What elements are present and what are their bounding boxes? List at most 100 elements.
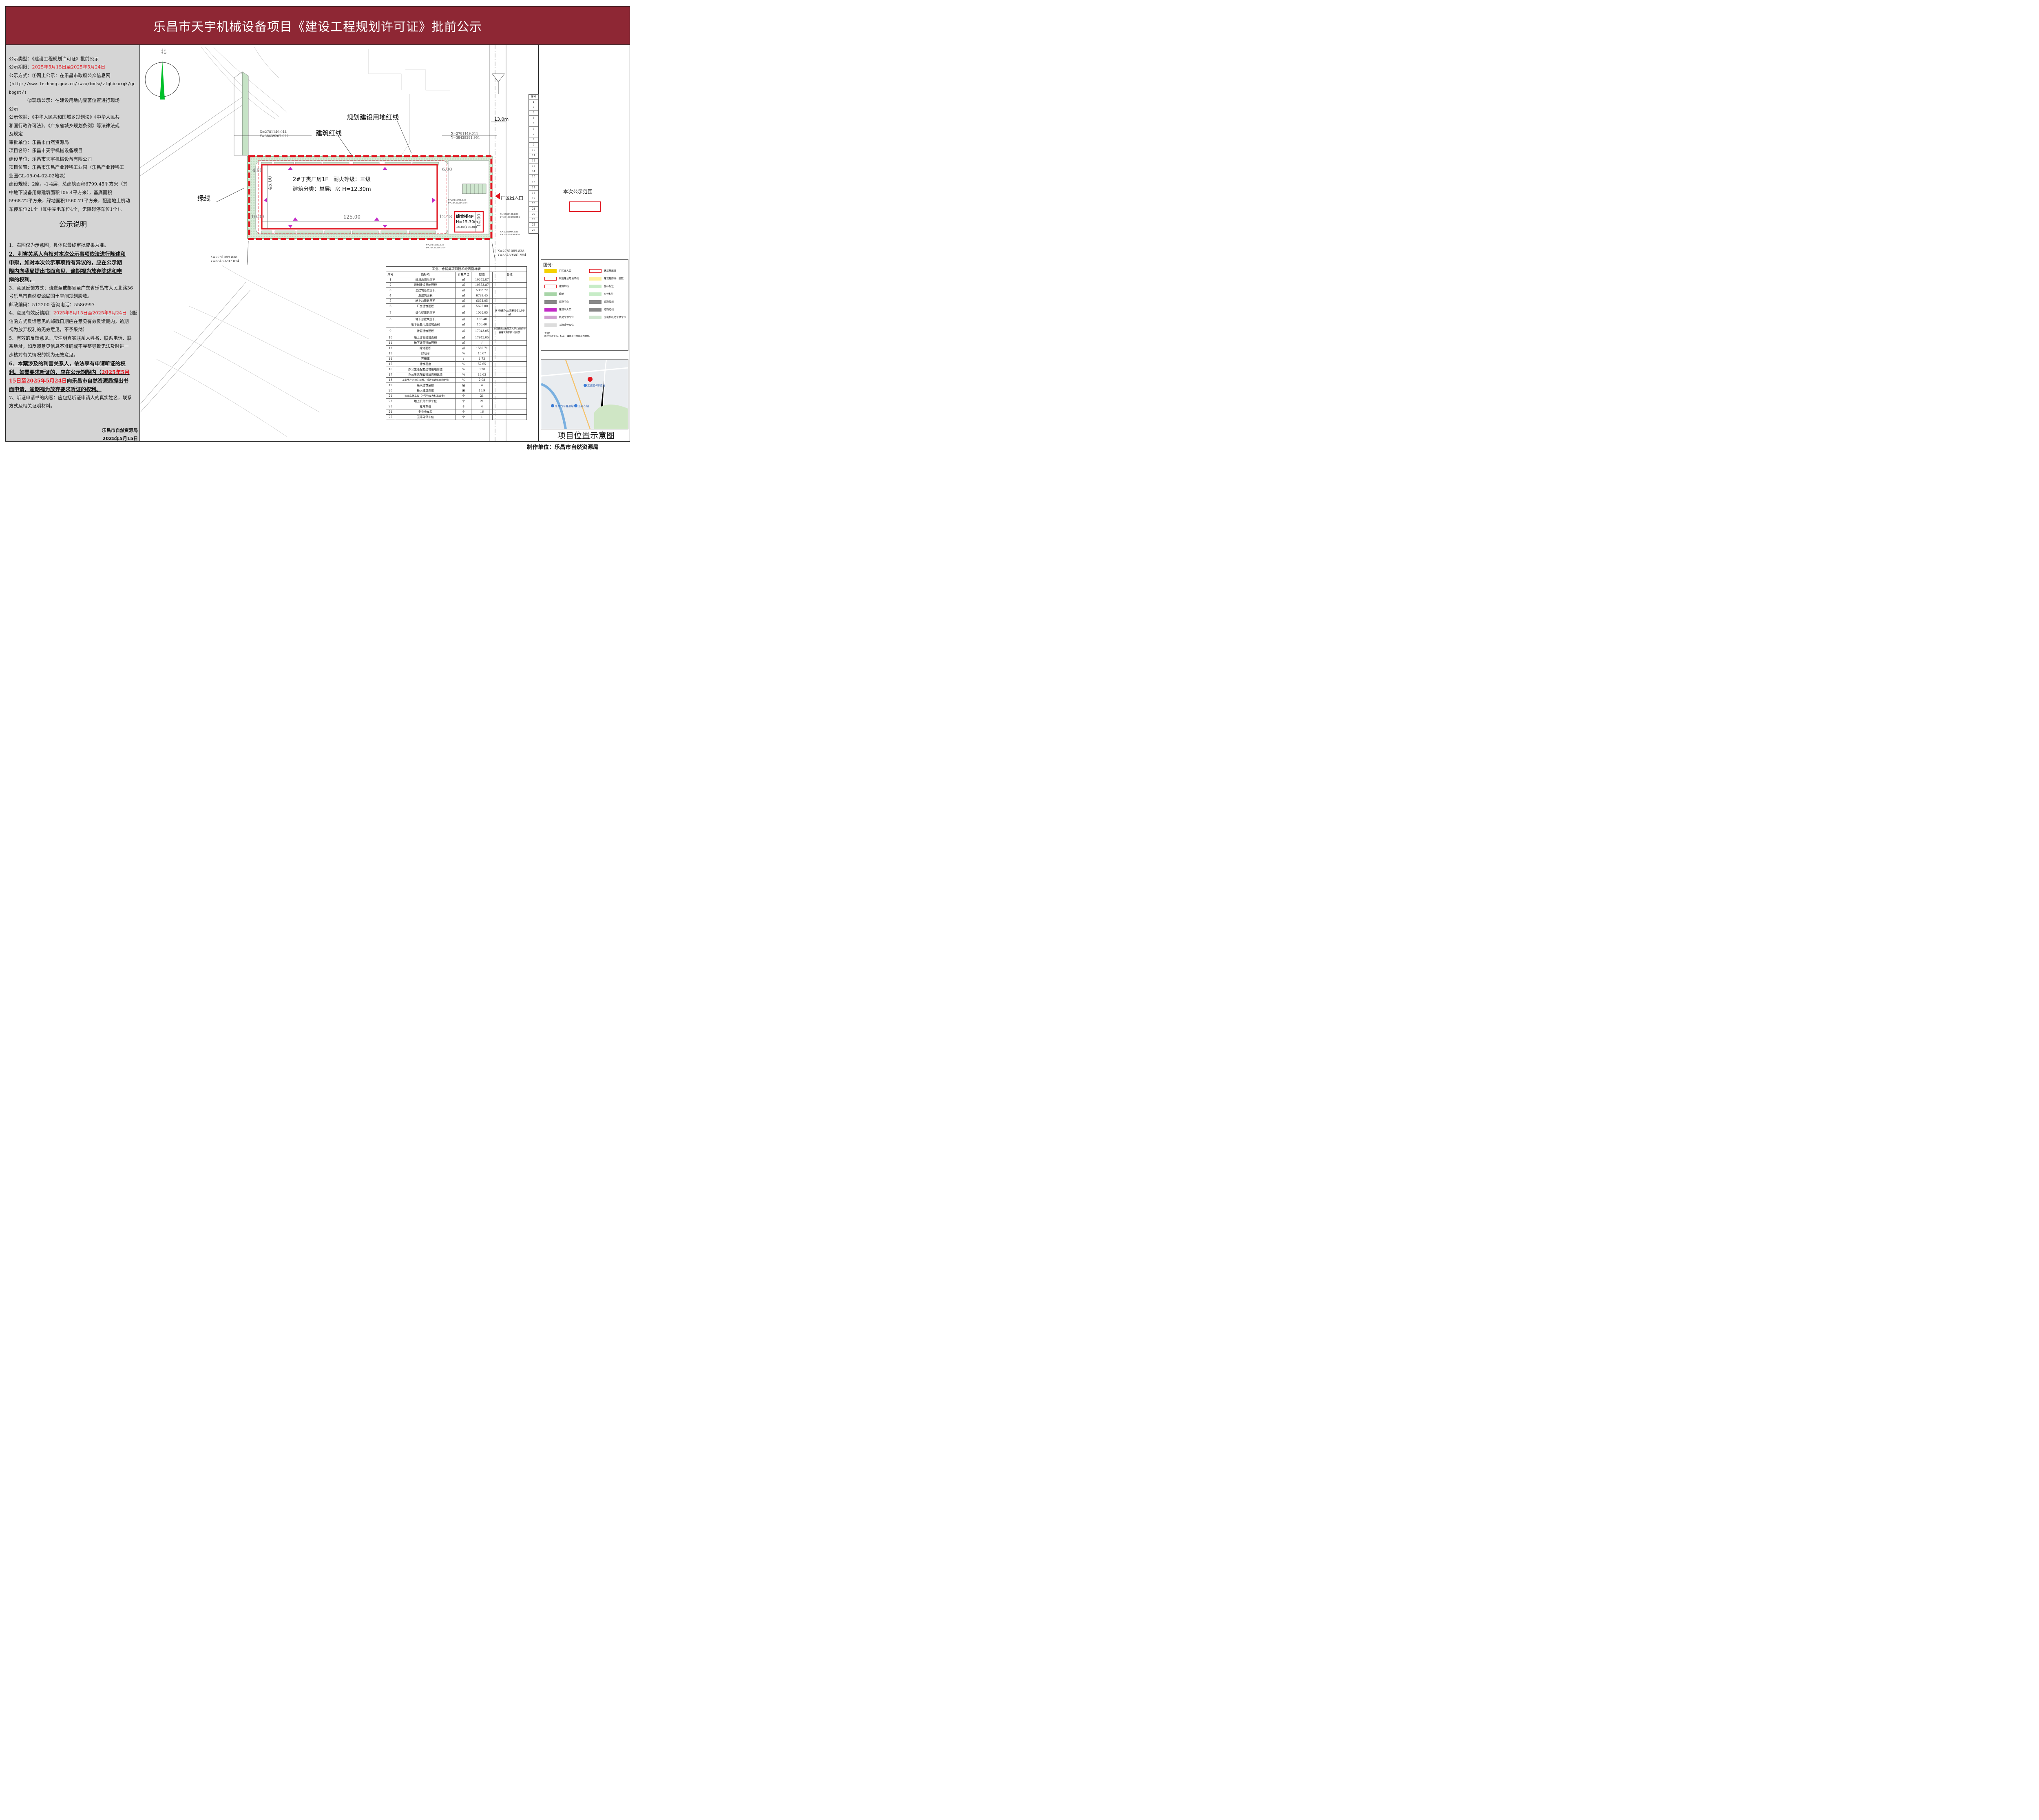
table-cell: % <box>456 361 472 367</box>
factory-title: 2#丁类厂房1F 耐火等级：三级 <box>293 177 371 183</box>
note-2-b: 申辩，如对本次公示事项持有异议的，应在公示期 <box>9 259 122 265</box>
coord-office-2: X=2781094.838 Y=38439376.954 <box>500 231 520 236</box>
table-cell: 总建筑基底面积 <box>394 287 456 293</box>
coord-office-3: X=2781089.838 Y=38439354.554 <box>426 244 446 249</box>
legend-swatch <box>589 292 602 296</box>
note-6-a: 6、本案涉及的利害关系人，依法享有申请听证的权 <box>9 360 126 367</box>
dim-6: 6.00 <box>442 167 452 172</box>
legend-item: 建筑基底线 <box>589 269 616 273</box>
legend-item: 道路边线 <box>589 307 614 312</box>
notice-onsite: ②现场公示：在建设用地内显著位置进行现场 <box>9 98 120 103</box>
table-cell: 个 <box>456 398 472 404</box>
row-number: 23 <box>529 217 538 223</box>
note-7-a: 7、听证申请书的内容：应包括听证申请人的真实姓名，联系 <box>9 395 132 400</box>
note-2-a: 2、利害关系人有权对本次公示事项依法进行陈述和 <box>9 251 126 257</box>
table-cell: 3.28 <box>471 367 493 372</box>
row-number: 2 <box>529 105 538 111</box>
table-cell: 106.40 <box>471 316 493 322</box>
table-cell: 米 <box>456 388 472 394</box>
table-row: 14 容积率/1.73 <box>386 356 527 362</box>
dim-10: 10.00 <box>251 214 264 219</box>
table-row: 3 总建筑基底面积㎡ 5968.72 <box>386 287 527 293</box>
notice-location-2: 业园GL-05-04-02-02地块） <box>9 173 69 179</box>
table-cell: 17 <box>386 372 395 378</box>
table-cell: % <box>456 367 472 372</box>
table-cell: 10353.87 <box>471 282 493 288</box>
table-cell: 57.65 <box>471 361 493 367</box>
table-cell: 总建筑面积 <box>394 293 456 299</box>
legend-swatch <box>589 316 602 319</box>
legend-label: 机动车停车位 <box>559 316 574 319</box>
table-cell <box>492 322 527 327</box>
table-row: 15 建筑密度% 57.65 <box>386 361 527 367</box>
dim-office-14: 14.00 <box>476 214 482 227</box>
sign-org: 乐昌市自然资源局 <box>102 428 138 433</box>
land-redline-label: 规划建设用地红线 <box>347 113 399 121</box>
note-5-c: 步核对有关情况的视为无效意见。 <box>9 352 78 358</box>
table-cell: 非充电车位 <box>394 409 456 415</box>
table-cell <box>492 361 527 367</box>
table-cell: 个 <box>456 404 472 409</box>
green-belt <box>234 71 249 156</box>
table-row: 12 绿地面积㎡ 1560.71 <box>386 345 527 351</box>
legend-label: 建筑红线 <box>559 285 569 288</box>
legend-swatch <box>544 292 557 296</box>
table-cell: 地下总建筑面积 <box>394 316 456 322</box>
explain-heading: 公示说明 <box>59 221 87 229</box>
legend-swatch <box>589 308 602 312</box>
table-row: 16 办公生活配套建筑用地比值% 3.28 <box>386 367 527 372</box>
coord-se: X=2781089.838 Y=38439381.954 <box>498 249 526 257</box>
table-cell: 层 <box>456 383 472 388</box>
table-cell: 5968.72 <box>471 287 493 293</box>
row-number: 24 <box>529 223 538 228</box>
table-cell: 106.40 <box>471 322 493 327</box>
table-cell: 规划总用地面积 <box>394 277 456 283</box>
table-cell: 21 <box>386 393 395 399</box>
table-row: 18 工业生产必须的研发、设计等建筑面积比值% 2.08 <box>386 377 527 383</box>
legend-item: 规划建设用地红线 <box>544 276 579 281</box>
table-cell: 规划建设用地面积 <box>394 282 456 288</box>
note-3-c: 邮政编码：512200 咨询电话：5586997 <box>9 302 95 307</box>
legend-swatch <box>544 269 557 273</box>
factory-class: 建筑分类：单层厂房 H=12.30m <box>293 186 371 192</box>
table-cell: 7 <box>386 309 395 317</box>
table-cell <box>492 293 527 299</box>
table-cell: 办公生活配套建筑面积比值 <box>394 372 456 378</box>
entrance-arrow <box>495 193 500 199</box>
table-cell: 1068.05 <box>471 309 493 317</box>
table-cell <box>492 287 527 293</box>
note-4-a: 4、意见有效反馈期：2025年5月15日至2025年5月24日（通过 <box>9 310 137 316</box>
table-cell: 8 <box>386 316 395 322</box>
legend-label: 建筑基底线 <box>604 270 617 272</box>
table-row: 17 办公生活配套建筑面积比值% 13.63 <box>386 372 527 378</box>
table-cell: 个 <box>456 393 472 399</box>
legend-swatch <box>544 285 557 288</box>
side-panel: 序号 1 2 3 4 5 6 7 8 9 10 11 12 13 14 15 16 17 18 19 20 21 22 23 2… <box>529 45 630 442</box>
table-cell <box>492 335 527 341</box>
legend-label: 厂区出入口 <box>559 270 572 272</box>
table-cell: 充电车位 <box>394 404 456 409</box>
table-cell: ㎡ <box>456 309 472 317</box>
note-3-a: 3、意见反馈方式：请送至或邮寄至广东省乐昌市人民北路36 <box>9 285 133 291</box>
table-cell: 3 <box>386 287 395 293</box>
table-row: 7 综合楼建筑面积㎡ 1068.05 含科研办公面积141.09㎡ <box>386 309 527 317</box>
row-number: 9 <box>529 143 538 148</box>
table-cell <box>492 345 527 351</box>
row-number: 21 <box>529 207 538 212</box>
location-map-drawing <box>540 359 628 429</box>
table-cell: 16 <box>471 409 493 415</box>
table-cell: 1 <box>386 277 395 283</box>
sign-date: 2025年5月15日 <box>102 436 138 441</box>
table-cell: 地上机动车停车位 <box>394 398 456 404</box>
notice-project: 项目名称：乐昌市天宇机械设备项目 <box>9 148 83 153</box>
legend-swatch <box>544 316 557 319</box>
legend-swatch <box>544 277 557 281</box>
table-header: 指标项 <box>394 272 456 277</box>
office-height: H=15.30m <box>456 220 478 224</box>
row-number: 序号 <box>529 95 538 100</box>
table-cell: 绿地率 <box>394 351 456 356</box>
row-number: 14 <box>529 169 538 175</box>
table-row: 23 充电车位个 4 <box>386 404 527 409</box>
legend-item: 道路中心 <box>544 300 569 304</box>
table-cell <box>492 383 527 388</box>
